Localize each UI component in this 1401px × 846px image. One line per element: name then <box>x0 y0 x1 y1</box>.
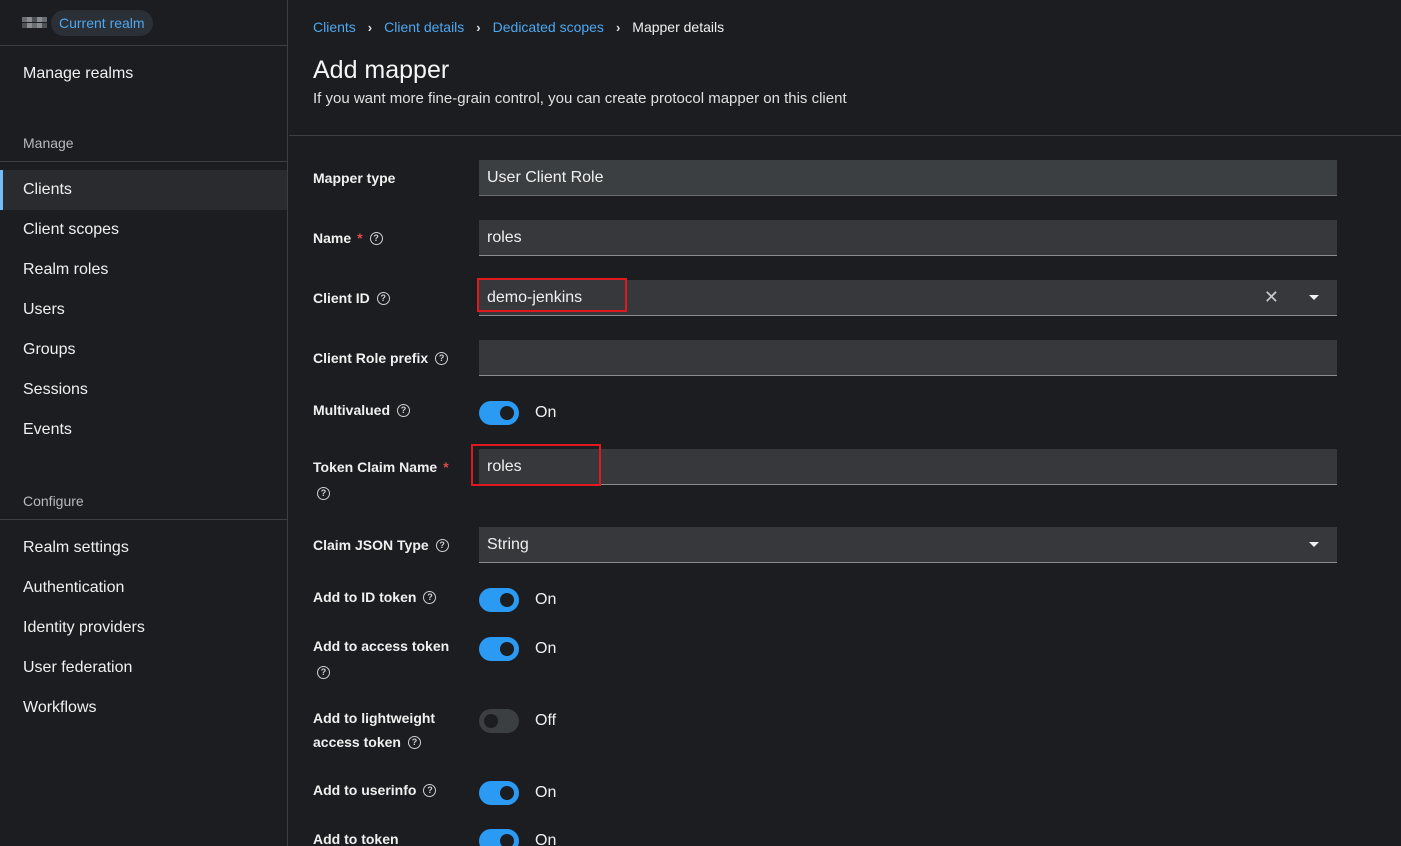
realm-selector[interactable]: Current realm <box>0 0 287 46</box>
add-to-access-token-toggle[interactable]: On <box>479 637 556 661</box>
sidebar: Current realm Manage realms Manage Clien… <box>0 0 288 846</box>
token-claim-name-label: Token Claim Name * <box>313 459 449 475</box>
help-icon[interactable]: ? <box>423 783 437 797</box>
switch[interactable] <box>479 401 519 425</box>
add-to-lightweight-label-line2: access token? <box>313 730 421 754</box>
chevron-right-icon: › <box>367 19 373 35</box>
manage-section-title: Manage <box>0 124 287 162</box>
sidebar-item-authentication[interactable]: Authentication <box>0 568 287 608</box>
caret-down-icon[interactable] <box>1309 542 1319 547</box>
toggle-state-label: On <box>535 832 557 846</box>
sidebar-item-realm-roles[interactable]: Realm roles <box>0 250 287 290</box>
toggle-state-label: On <box>535 591 557 608</box>
clear-icon[interactable]: ✕ <box>1264 287 1279 308</box>
add-to-id-token-label: Add to ID token? <box>313 585 437 609</box>
name-input[interactable]: roles <box>479 220 1337 256</box>
toggle-state-label: On <box>535 784 557 801</box>
required-marker: * <box>357 230 363 246</box>
sidebar-item-identity-providers[interactable]: Identity providers <box>0 608 287 648</box>
breadcrumb: Clients › Client details › Dedicated sco… <box>313 19 724 35</box>
add-to-lightweight-label: Add to lightweight <box>313 710 436 726</box>
sidebar-item-workflows[interactable]: Workflows <box>0 688 287 728</box>
add-to-id-token-toggle[interactable]: On <box>479 588 556 612</box>
caret-down-icon[interactable] <box>1309 295 1319 300</box>
help-icon[interactable]: ? <box>376 291 390 305</box>
sidebar-item-user-federation[interactable]: User federation <box>0 648 287 688</box>
mapper-type-label: Mapper type <box>313 170 396 186</box>
required-marker: * <box>443 459 449 475</box>
help-icon[interactable]: ? <box>423 590 437 604</box>
claim-json-type-select[interactable]: String <box>479 527 1337 563</box>
help-icon[interactable]: ? <box>407 735 421 749</box>
highlight-box <box>477 278 627 312</box>
main-content: Clients › Client details › Dedicated sco… <box>289 0 1401 846</box>
chevron-right-icon: › <box>476 19 481 35</box>
sidebar-item-client-scopes[interactable]: Client scopes <box>0 210 287 250</box>
breadcrumb-dedicated-scopes[interactable]: Dedicated scopes <box>493 19 604 35</box>
breadcrumb-current: Mapper details <box>632 19 725 35</box>
access-token-help-row: ? <box>313 660 330 684</box>
page-title: Add mapper <box>313 56 450 84</box>
help-icon[interactable]: ? <box>369 231 383 245</box>
toggle-state-label: On <box>535 404 557 421</box>
chevron-right-icon: › <box>615 19 621 35</box>
claim-json-type-label: Claim JSON Type? <box>313 533 449 557</box>
help-icon[interactable]: ? <box>317 665 330 679</box>
sidebar-item-realm-settings[interactable]: Realm settings <box>0 528 287 568</box>
add-to-lightweight-toggle[interactable]: Off <box>479 709 556 733</box>
client-role-prefix-label: Client Role prefix? <box>313 346 449 370</box>
header-divider <box>289 135 1401 136</box>
help-icon[interactable]: ? <box>435 351 449 365</box>
add-to-userinfo-label: Add to userinfo? <box>313 778 437 802</box>
add-to-token-toggle[interactable]: On <box>479 829 556 846</box>
name-label: Name *? <box>313 226 383 250</box>
switch[interactable] <box>479 637 519 661</box>
realm-logo-icon <box>22 17 47 28</box>
token-claim-name-input[interactable]: roles <box>479 449 1337 485</box>
token-claim-help-row: ? <box>313 481 330 505</box>
client-id-label: Client ID? <box>313 286 390 310</box>
sidebar-item-groups[interactable]: Groups <box>0 330 287 370</box>
help-icon[interactable]: ? <box>435 538 449 552</box>
configure-section-title: Configure <box>0 482 287 520</box>
switch[interactable] <box>479 781 519 805</box>
multivalued-toggle[interactable]: On <box>479 401 556 425</box>
switch[interactable] <box>479 709 519 733</box>
breadcrumb-client-details[interactable]: Client details <box>384 19 464 35</box>
breadcrumb-clients[interactable]: Clients <box>313 19 356 35</box>
sidebar-item-clients[interactable]: Clients <box>0 170 287 210</box>
page-description: If you want more fine-grain control, you… <box>313 90 847 107</box>
client-role-prefix-input[interactable] <box>479 340 1337 376</box>
sidebar-item-users[interactable]: Users <box>0 290 287 330</box>
toggle-state-label: Off <box>535 712 557 729</box>
sidebar-item-sessions[interactable]: Sessions <box>0 370 287 410</box>
highlight-box <box>471 444 601 486</box>
manage-realms-link[interactable]: Manage realms <box>0 46 287 102</box>
claim-json-type-value: String <box>487 535 529 553</box>
switch[interactable] <box>479 588 519 612</box>
add-to-token-label: Add to token <box>313 831 399 846</box>
multivalued-label: Multivalued? <box>313 398 411 422</box>
help-icon[interactable]: ? <box>317 486 330 500</box>
add-to-access-token-label: Add to access token <box>313 638 450 654</box>
sidebar-item-events[interactable]: Events <box>0 410 287 450</box>
mapper-type-field: User Client Role <box>479 160 1337 196</box>
toggle-state-label: On <box>535 640 557 657</box>
help-icon[interactable]: ? <box>397 403 411 417</box>
add-to-userinfo-toggle[interactable]: On <box>479 781 556 805</box>
switch[interactable] <box>479 829 519 846</box>
current-realm-badge[interactable]: Current realm <box>51 9 153 36</box>
